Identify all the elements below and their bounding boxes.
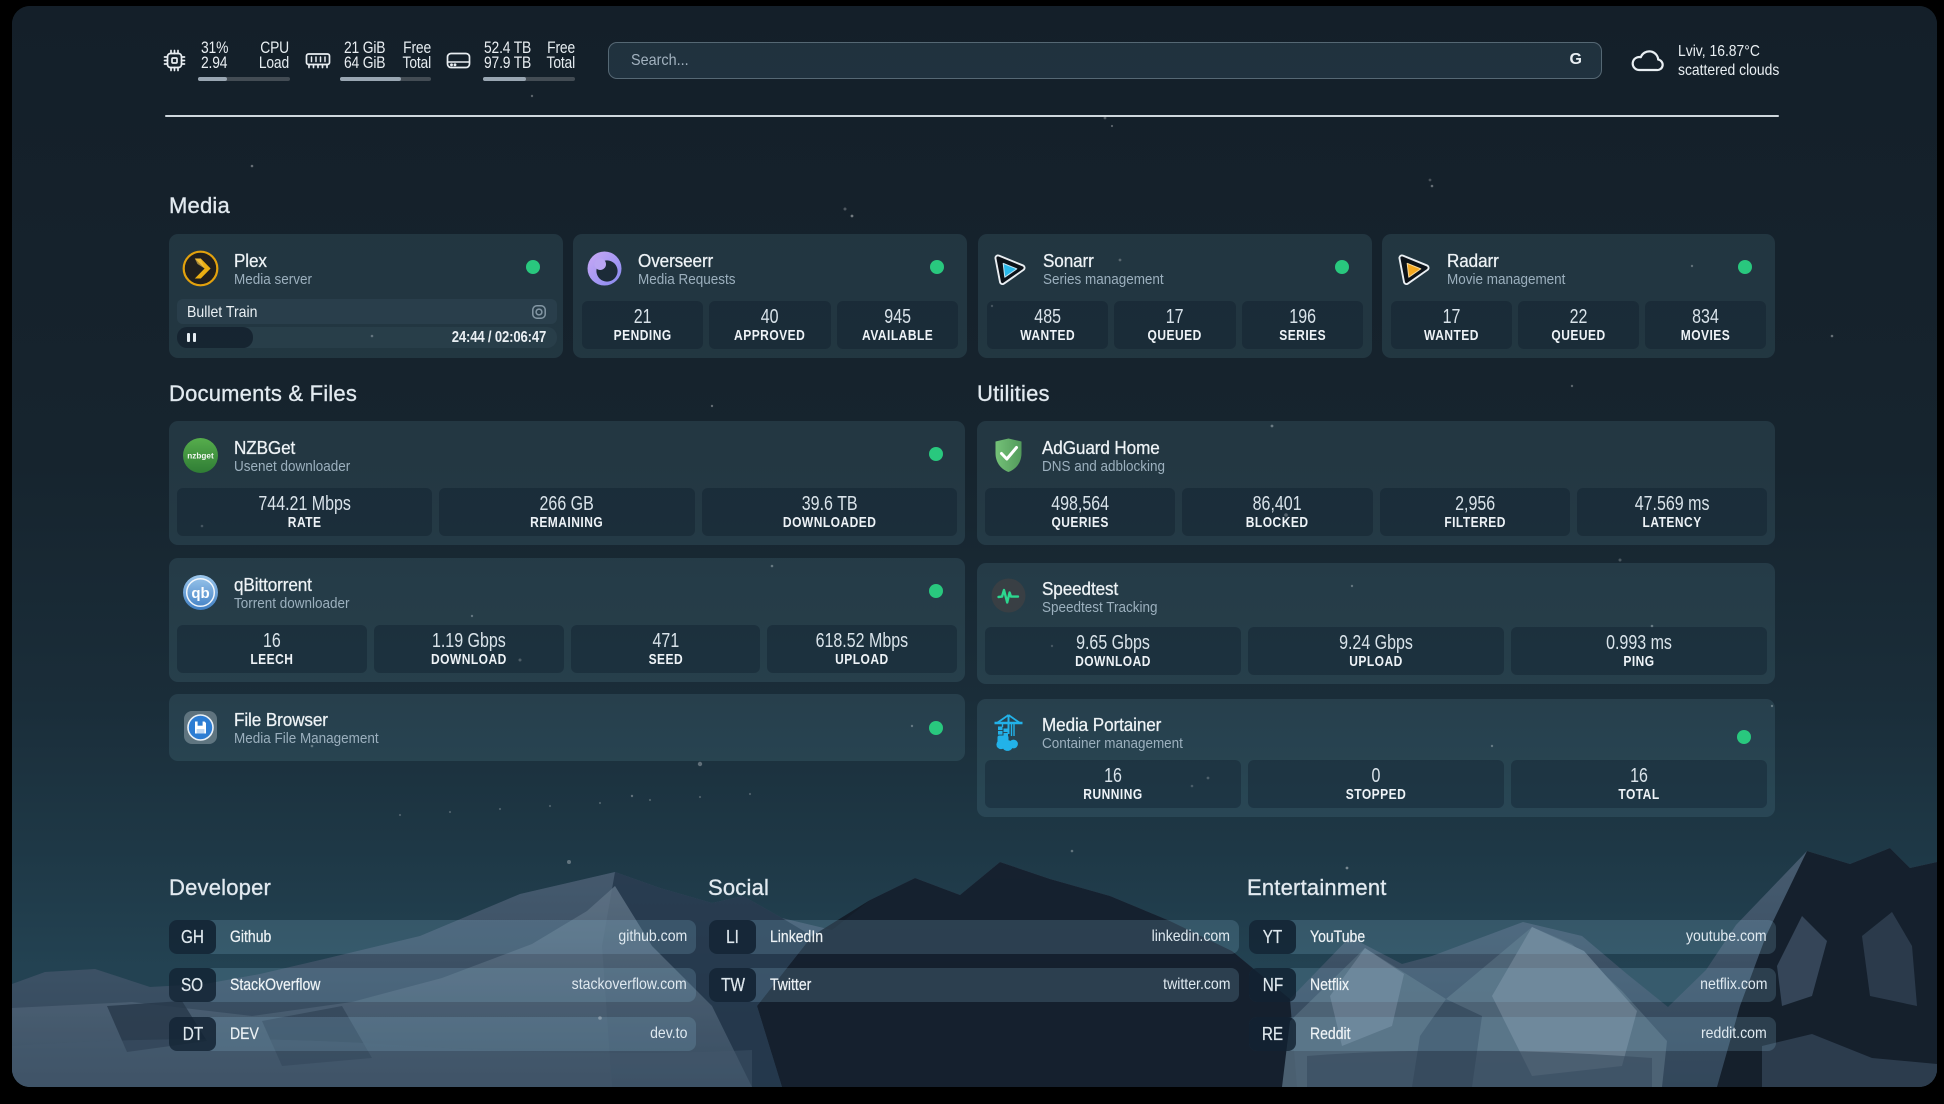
svg-text:nzbget: nzbget: [187, 452, 214, 461]
svg-text:qb: qb: [191, 585, 209, 602]
